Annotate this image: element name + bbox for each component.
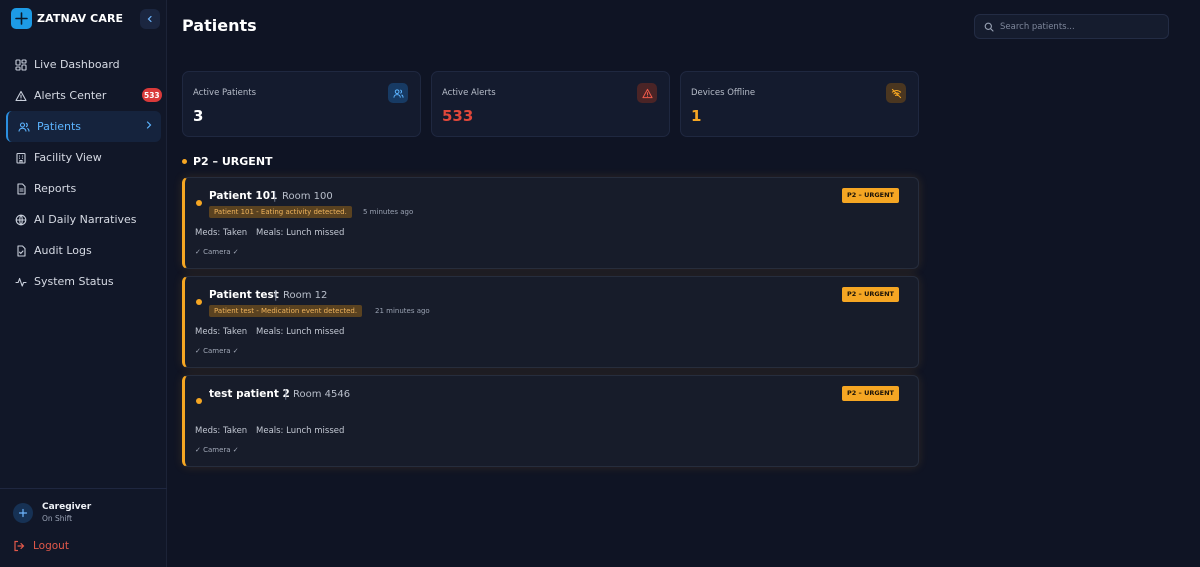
- clipboard-check-icon: [14, 244, 28, 258]
- brand-name: ZATNAV CARE: [37, 12, 124, 25]
- sidebar-item-system-status[interactable]: System Status: [0, 266, 167, 297]
- search-box[interactable]: [974, 14, 1169, 39]
- sidebar-item-label: Live Dashboard: [34, 58, 120, 71]
- priority-badge: P2 – URGENT: [842, 386, 899, 401]
- sidebar-item-label: Patients: [37, 120, 82, 133]
- priority-badge: P2 – URGENT: [842, 188, 899, 203]
- sidebar-item-label: AI Daily Narratives: [34, 213, 137, 226]
- sidebar: ZATNAV CARE Live Dashboard Alerts Center…: [0, 0, 167, 567]
- logout-button[interactable]: Logout: [13, 540, 69, 552]
- stat-label: Active Patients: [193, 88, 257, 98]
- latest-alert-chip: Patient 101 - Eating activity detected.: [209, 206, 352, 218]
- plus-icon: [18, 508, 28, 517]
- patient-room: Room 4546: [293, 389, 351, 400]
- sidebar-nav: Live Dashboard Alerts Center 533 Patient…: [0, 49, 167, 297]
- page-title: Patients: [182, 16, 257, 35]
- check-icon: ✓: [195, 347, 204, 355]
- activity-icon: [14, 275, 28, 289]
- camera-status: ✓ Camera ✓: [195, 446, 239, 454]
- section-title: P2 – URGENT: [193, 155, 273, 168]
- brand[interactable]: ZATNAV CARE: [11, 8, 123, 29]
- sidebar-item-ai-daily-narratives[interactable]: AI Daily Narratives: [0, 204, 167, 235]
- camera-status: ✓ Camera ✓: [195, 248, 239, 256]
- meds-status: Meds: Taken: [195, 327, 248, 337]
- document-icon: [14, 182, 28, 196]
- user-profile[interactable]: Caregiver On Shift: [13, 502, 91, 523]
- alert-time: 5 minutes ago: [363, 208, 414, 216]
- stats-row: Active Patients 3 Active Alerts 533 Devi…: [182, 71, 929, 137]
- stat-value: 3: [193, 107, 204, 125]
- camera-status: ✓ Camera ✓: [195, 347, 239, 355]
- wifi-off-icon: [886, 83, 906, 103]
- patient-name: Patient test: [209, 289, 279, 301]
- stat-value: 1: [691, 107, 702, 125]
- building-icon: [14, 151, 28, 165]
- user-status: On Shift: [42, 514, 73, 523]
- meds-status: Meds: Taken: [195, 228, 248, 238]
- sidebar-divider: [0, 488, 167, 489]
- alert-triangle-icon: [637, 83, 657, 103]
- name-separator: |: [274, 289, 278, 301]
- sidebar-item-live-dashboard[interactable]: Live Dashboard: [0, 49, 167, 80]
- users-icon: [388, 83, 408, 103]
- stat-label: Devices Offline: [691, 88, 756, 98]
- priority-section-heading: P2 – URGENT: [182, 155, 273, 168]
- user-name: Caregiver: [42, 502, 92, 512]
- sidebar-item-label: Facility View: [34, 151, 102, 164]
- check-icon: ✓: [195, 248, 204, 256]
- sidebar-item-label: Reports: [34, 182, 77, 195]
- sidebar-item-alerts-center[interactable]: Alerts Center 533: [0, 80, 167, 111]
- users-icon: [17, 120, 31, 134]
- patient-room: Room 12: [283, 290, 328, 301]
- sidebar-item-facility-view[interactable]: Facility View: [0, 142, 167, 173]
- dashboard-icon: [14, 58, 28, 72]
- alert-time: 21 minutes ago: [375, 307, 430, 315]
- sidebar-item-label: System Status: [34, 275, 114, 288]
- sidebar-item-label: Alerts Center: [34, 89, 107, 102]
- stat-card-active-patients: Active Patients 3: [182, 71, 421, 137]
- chevron-right-icon: [145, 120, 153, 133]
- patient-name: Patient 101: [209, 190, 278, 202]
- sidebar-item-label: Audit Logs: [34, 244, 92, 257]
- name-separator: |: [273, 190, 277, 202]
- meds-status: Meds: Taken: [195, 426, 248, 436]
- avatar: [13, 502, 33, 523]
- patient-card[interactable]: Patient 101 | Room 100 Patient 101 - Eat…: [182, 177, 919, 269]
- sidebar-item-patients[interactable]: Patients: [6, 111, 161, 142]
- stat-value: 533: [442, 107, 474, 125]
- check-icon: ✓: [195, 446, 204, 454]
- logout-icon: [13, 540, 25, 552]
- stat-label: Active Alerts: [442, 88, 496, 98]
- meals-status: Meals: Lunch missed: [256, 327, 345, 337]
- alert-triangle-icon: [14, 89, 28, 103]
- status-dot-icon: [196, 200, 202, 206]
- patient-card[interactable]: test patient 2 | Room 4546 Meds: Taken M…: [182, 375, 919, 467]
- plus-logo-icon: [11, 8, 32, 29]
- chevron-left-icon: [147, 15, 152, 23]
- alerts-count-badge: 533: [142, 88, 162, 102]
- sidebar-item-audit-logs[interactable]: Audit Logs: [0, 235, 167, 266]
- patient-card[interactable]: Patient test | Room 12 Patient test - Me…: [182, 276, 919, 368]
- latest-alert-chip: Patient test - Medication event detected…: [209, 305, 363, 317]
- globe-icon: [14, 213, 28, 227]
- name-separator: |: [284, 388, 288, 400]
- priority-badge: P2 – URGENT: [842, 287, 899, 302]
- status-dot-icon: [196, 398, 202, 404]
- collapse-sidebar-button[interactable]: [140, 9, 160, 29]
- search-input[interactable]: [1000, 21, 1160, 32]
- sidebar-item-reports[interactable]: Reports: [0, 173, 167, 204]
- stat-card-devices-offline: Devices Offline 1: [680, 71, 919, 137]
- search-icon: [984, 22, 994, 32]
- meals-status: Meals: Lunch missed: [256, 426, 345, 436]
- patient-room: Room 100: [282, 191, 333, 202]
- logout-label: Logout: [33, 540, 69, 552]
- status-dot-icon: [196, 299, 202, 305]
- priority-dot-icon: [182, 159, 187, 164]
- patient-name: test patient 2: [209, 388, 290, 400]
- stat-card-active-alerts: Active Alerts 533: [431, 71, 670, 137]
- meals-status: Meals: Lunch missed: [256, 228, 345, 238]
